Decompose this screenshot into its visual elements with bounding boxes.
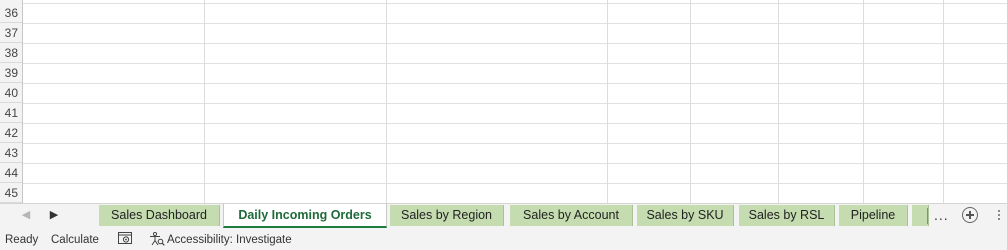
tab-sales-by-region[interactable]: Sales by Region <box>390 205 504 226</box>
column-gridline <box>204 0 205 203</box>
row-header-37[interactable]: 37 <box>0 23 22 43</box>
row-gridline <box>23 83 1007 84</box>
status-ready: Ready <box>5 234 39 246</box>
row-header-36[interactable]: 36 <box>0 3 22 23</box>
row-header-41[interactable]: 41 <box>0 103 22 123</box>
tab-sales-by-account[interactable]: Sales by Account <box>510 205 633 226</box>
column-gridline <box>943 0 944 203</box>
column-gridline <box>863 0 864 203</box>
column-gridline <box>690 0 691 203</box>
row-gridline <box>23 43 1007 44</box>
plus-circle-icon[interactable] <box>962 207 978 223</box>
split-handle-icon[interactable] <box>998 209 1001 223</box>
row-gridline <box>23 183 1007 184</box>
row-header-44[interactable]: 44 <box>0 163 22 183</box>
column-gridline <box>607 0 608 203</box>
macro-recorder-icon[interactable] <box>118 232 133 248</box>
tab-sales-dashboard[interactable]: Sales Dashboard <box>99 205 220 226</box>
row-header-42[interactable]: 42 <box>0 123 22 143</box>
sheet-tab-bar: ◀ ▶ Sales Dashboard Daily Incoming Order… <box>0 203 1007 228</box>
worksheet-grid[interactable]: 36 37 38 39 40 41 42 43 44 45 <box>0 0 1007 203</box>
row-gridline <box>23 143 1007 144</box>
column-gridline <box>778 0 779 203</box>
chevron-right-icon[interactable]: ▶ <box>47 208 61 222</box>
row-header-45[interactable]: 45 <box>0 183 22 203</box>
row-header-43[interactable]: 43 <box>0 143 22 163</box>
row-gridline <box>23 23 1007 24</box>
status-calculate-button[interactable]: Calculate <box>51 233 99 247</box>
chevron-left-icon[interactable]: ◀ <box>19 208 33 222</box>
row-gridline <box>23 123 1007 124</box>
row-header-40[interactable]: 40 <box>0 83 22 103</box>
accessibility-icon[interactable] <box>149 231 165 249</box>
row-header-38[interactable]: 38 <box>0 43 22 63</box>
column-gridline <box>386 0 387 203</box>
tab-sales-by-rsl[interactable]: Sales by RSL <box>739 205 835 226</box>
row-gridline <box>23 3 1007 4</box>
row-gridline <box>23 63 1007 64</box>
tab-daily-incoming-orders[interactable]: Daily Incoming Orders <box>223 204 387 228</box>
tab-divider <box>927 208 928 224</box>
row-header-39[interactable]: 39 <box>0 63 22 83</box>
row-gridline <box>23 163 1007 164</box>
more-tabs-button[interactable]: ... <box>934 205 949 226</box>
accessibility-status-button[interactable]: Accessibility: Investigate <box>167 233 292 247</box>
tab-pipeline[interactable]: Pipeline <box>839 205 908 226</box>
status-bar: Ready Calculate Accessibility: Investiga… <box>0 228 1007 250</box>
row-gridline <box>23 103 1007 104</box>
tab-sales-by-sku[interactable]: Sales by SKU <box>637 205 734 226</box>
